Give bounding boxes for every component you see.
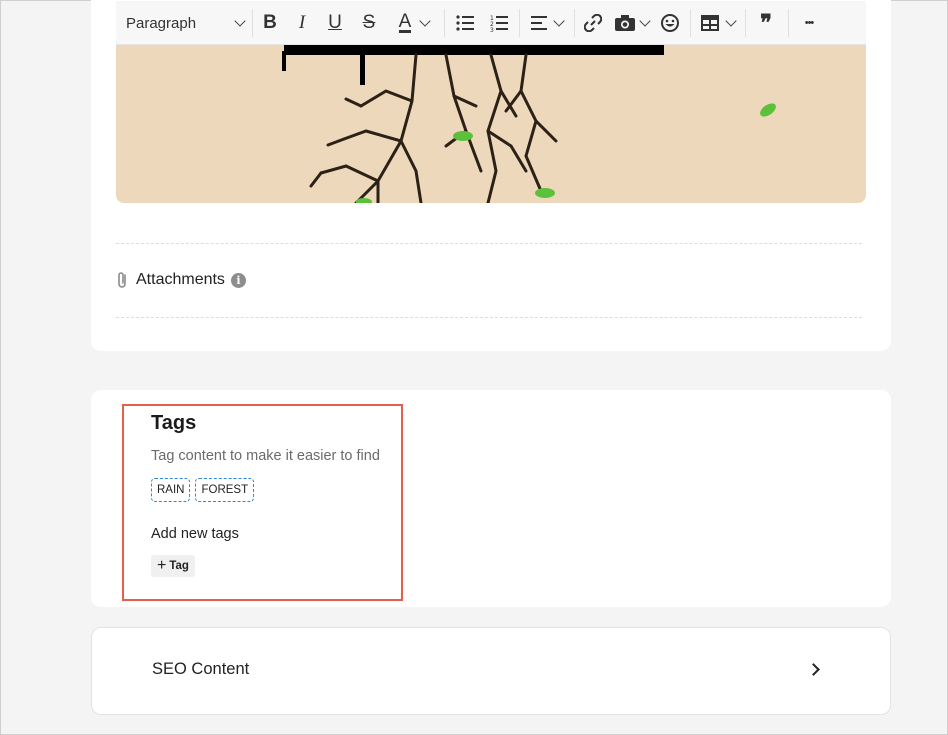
chevron-down-icon <box>553 15 565 27</box>
chevron-down-icon <box>234 15 246 27</box>
article-image[interactable] <box>116 21 866 203</box>
divider <box>116 243 862 244</box>
add-tags-label: Add new tags <box>151 526 239 542</box>
toolbar-divider <box>788 9 789 37</box>
chevron-down-icon <box>419 15 432 27</box>
divider <box>116 317 862 318</box>
blockquote-button[interactable]: ❞ <box>754 8 778 38</box>
numbered-list-icon: 123 <box>490 15 508 32</box>
more-options-button[interactable]: ••• <box>796 8 822 38</box>
table-icon <box>701 15 719 31</box>
toolbar-divider <box>690 9 691 37</box>
chevron-down-icon <box>725 15 737 27</box>
bold-button[interactable]: B <box>258 8 282 38</box>
bulleted-list-icon <box>456 15 474 31</box>
underline-button[interactable]: U <box>324 8 346 38</box>
plus-icon: + <box>157 557 167 574</box>
chevron-down-icon <box>639 15 651 27</box>
emoji-icon <box>661 14 679 32</box>
info-icon[interactable]: i <box>230 272 246 288</box>
strikethrough-button[interactable]: S <box>358 8 380 38</box>
italic-button[interactable]: I <box>291 8 313 38</box>
font-color-button[interactable]: A <box>392 8 436 38</box>
insert-emoji-button[interactable] <box>659 8 681 38</box>
tag-chip-rain[interactable]: RAIN <box>151 478 191 502</box>
tag-list: RAIN FOREST <box>151 478 255 502</box>
editor-toolbar: Paragraph B I U S A 123 ❞ ••• <box>116 1 866 45</box>
underline-icon: U <box>328 12 342 33</box>
add-tag-button[interactable]: + Tag <box>151 555 195 577</box>
tags-subtitle: Tag content to make it easier to find <box>151 448 380 464</box>
bulleted-list-button[interactable] <box>454 8 476 38</box>
paragraph-style-select[interactable]: Paragraph <box>126 8 246 38</box>
seo-content-label: SEO Content <box>152 660 250 678</box>
toolbar-divider <box>444 9 445 37</box>
tree-illustration <box>282 21 776 203</box>
insert-image-button[interactable] <box>612 8 652 38</box>
paperclip-icon <box>118 272 126 288</box>
add-tag-button-label: Tag <box>169 560 189 572</box>
strikethrough-icon: S <box>362 12 376 33</box>
numbered-list-button[interactable]: 123 <box>488 8 510 38</box>
tags-title: Tags <box>151 412 197 434</box>
link-icon <box>584 14 602 32</box>
camera-icon <box>615 15 635 31</box>
insert-table-button[interactable] <box>698 8 738 38</box>
toolbar-divider <box>252 9 253 37</box>
paragraph-style-value: Paragraph <box>126 14 197 32</box>
toolbar-divider <box>574 9 575 37</box>
svg-text:3: 3 <box>490 27 494 32</box>
tag-chip-forest[interactable]: FOREST <box>195 478 255 502</box>
toolbar-divider <box>519 9 520 37</box>
insert-link-button[interactable] <box>582 8 604 38</box>
toolbar-divider <box>745 9 746 37</box>
italic-icon: I <box>298 12 306 33</box>
attachments-label: Attachments <box>136 271 225 288</box>
font-color-icon: A <box>398 11 412 33</box>
attachments-row[interactable]: Attachments i <box>116 271 246 289</box>
more-icon: ••• <box>804 17 815 29</box>
alignment-button[interactable] <box>527 8 567 38</box>
align-left-icon <box>531 16 547 30</box>
bold-icon: B <box>263 12 277 33</box>
quote-icon: ❞ <box>760 10 772 35</box>
